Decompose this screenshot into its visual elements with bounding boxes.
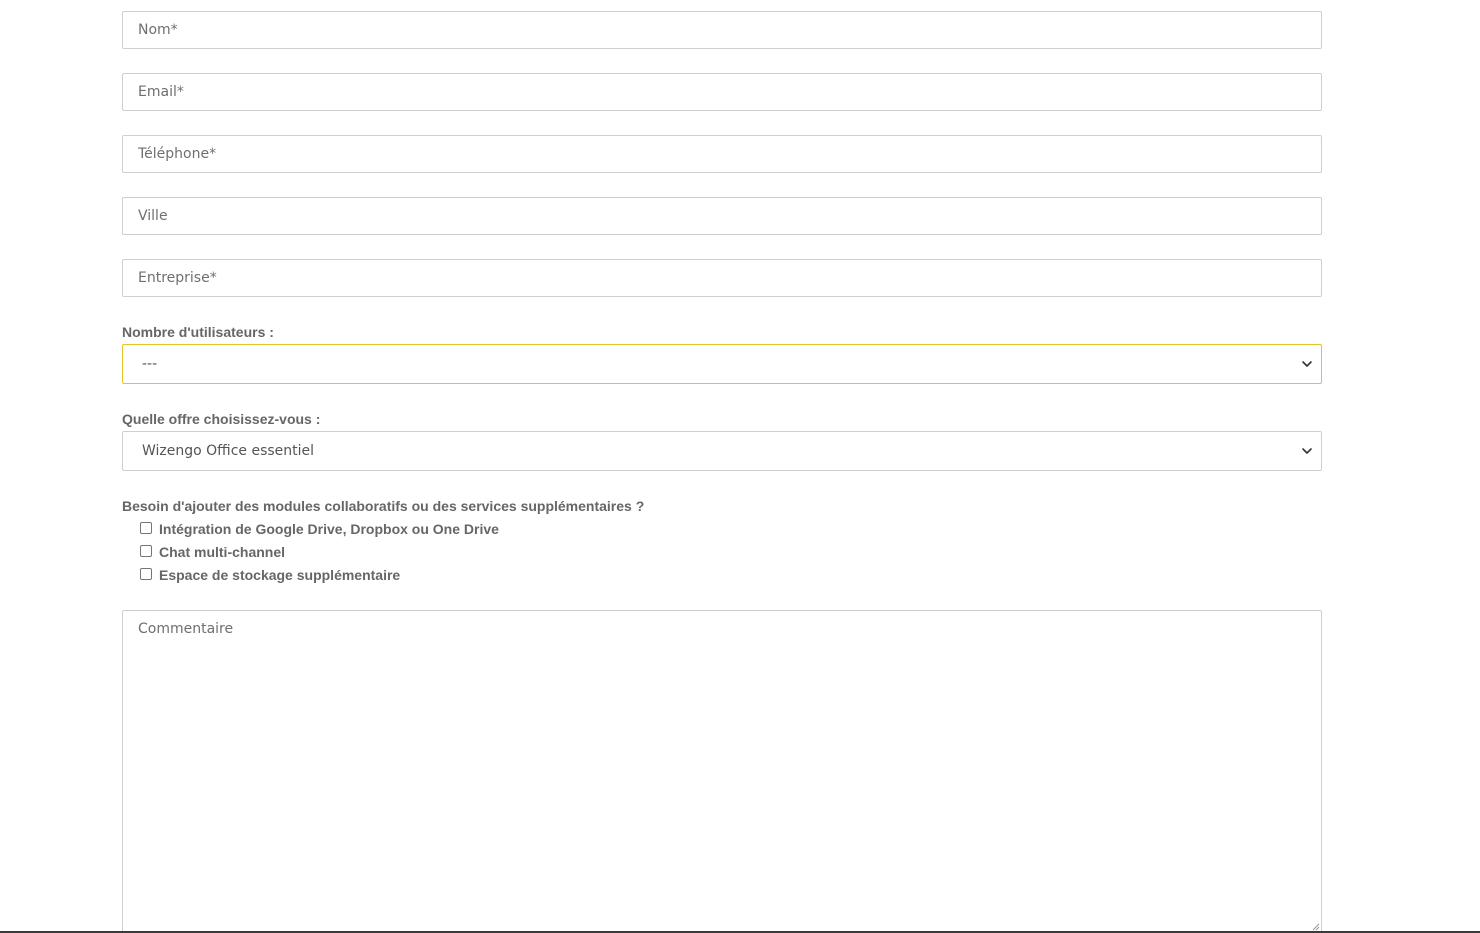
chevron-down-icon xyxy=(1302,448,1312,454)
module-option-cloud-drive[interactable]: Intégration de Google Drive, Dropbox ou … xyxy=(140,520,499,538)
modules-question: Besoin d'ajouter des modules collaborati… xyxy=(122,498,645,514)
contact-form: Nombre d'utilisateurs : --- Quelle offre… xyxy=(0,0,1480,933)
module-option-checkbox[interactable] xyxy=(140,567,152,580)
users-count-selected-value: --- xyxy=(142,356,158,372)
module-option-label: Intégration de Google Drive, Dropbox ou … xyxy=(159,521,499,537)
chevron-down-icon xyxy=(1302,361,1312,367)
email-input[interactable] xyxy=(122,73,1322,111)
offer-selected-value: Wizengo Office essentiel xyxy=(142,443,315,459)
offer-label: Quelle offre choisissez-vous : xyxy=(122,411,321,427)
module-option-checkbox[interactable] xyxy=(140,544,152,557)
module-option-label: Chat multi-channel xyxy=(159,544,286,560)
resize-grip-icon[interactable] xyxy=(1310,921,1320,931)
users-count-label: Nombre d'utilisateurs : xyxy=(122,324,274,340)
users-count-select[interactable]: --- xyxy=(122,344,1322,384)
comment-textarea[interactable] xyxy=(122,610,1322,933)
module-option-chat[interactable]: Chat multi-channel xyxy=(140,543,285,561)
ville-input[interactable] xyxy=(122,197,1322,235)
module-option-checkbox[interactable] xyxy=(140,521,152,534)
telephone-input[interactable] xyxy=(122,135,1322,173)
entreprise-input[interactable] xyxy=(122,259,1322,297)
module-option-storage[interactable]: Espace de stockage supplémentaire xyxy=(140,566,400,584)
nom-input[interactable] xyxy=(122,11,1322,49)
offer-select[interactable]: Wizengo Office essentiel xyxy=(122,431,1322,471)
module-option-label: Espace de stockage supplémentaire xyxy=(159,567,401,583)
